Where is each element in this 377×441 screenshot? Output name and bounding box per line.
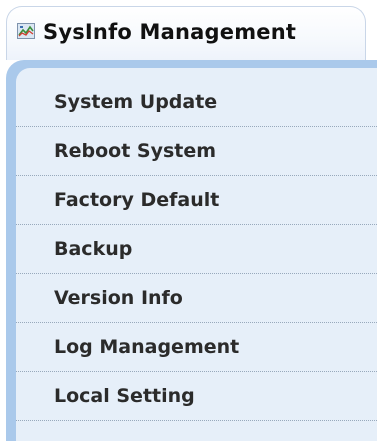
menu-item-label: Version Info xyxy=(54,287,183,309)
menu-item-factory-default[interactable]: Factory Default xyxy=(16,176,377,225)
menu-panel: System Update Reboot System Factory Defa… xyxy=(6,60,377,441)
menu-item-backup[interactable]: Backup xyxy=(16,225,377,274)
sysinfo-menu-widget: SysInfo Management System Update Reboot … xyxy=(0,0,377,441)
menu-item-label: System Update xyxy=(54,91,218,113)
menu-item-log-management[interactable]: Log Management xyxy=(16,323,377,372)
section-title: SysInfo Management xyxy=(43,20,297,44)
menu-item-label: Local Setting xyxy=(54,385,195,407)
menu-panel-body: System Update Reboot System Factory Defa… xyxy=(16,68,377,441)
menu-item-label: Log Management xyxy=(54,336,240,358)
menu-item-label: Factory Default xyxy=(54,189,220,211)
menu-item-version-info[interactable]: Version Info xyxy=(16,274,377,323)
menu-item-system-update[interactable]: System Update xyxy=(16,78,377,127)
menu-list: System Update Reboot System Factory Defa… xyxy=(16,78,377,421)
system-info-icon xyxy=(17,23,35,39)
menu-item-local-setting[interactable]: Local Setting xyxy=(16,372,377,421)
section-header[interactable]: SysInfo Management xyxy=(6,6,366,60)
menu-item-label: Reboot System xyxy=(54,140,217,162)
menu-item-reboot-system[interactable]: Reboot System xyxy=(16,127,377,176)
menu-item-label: Backup xyxy=(54,238,133,260)
